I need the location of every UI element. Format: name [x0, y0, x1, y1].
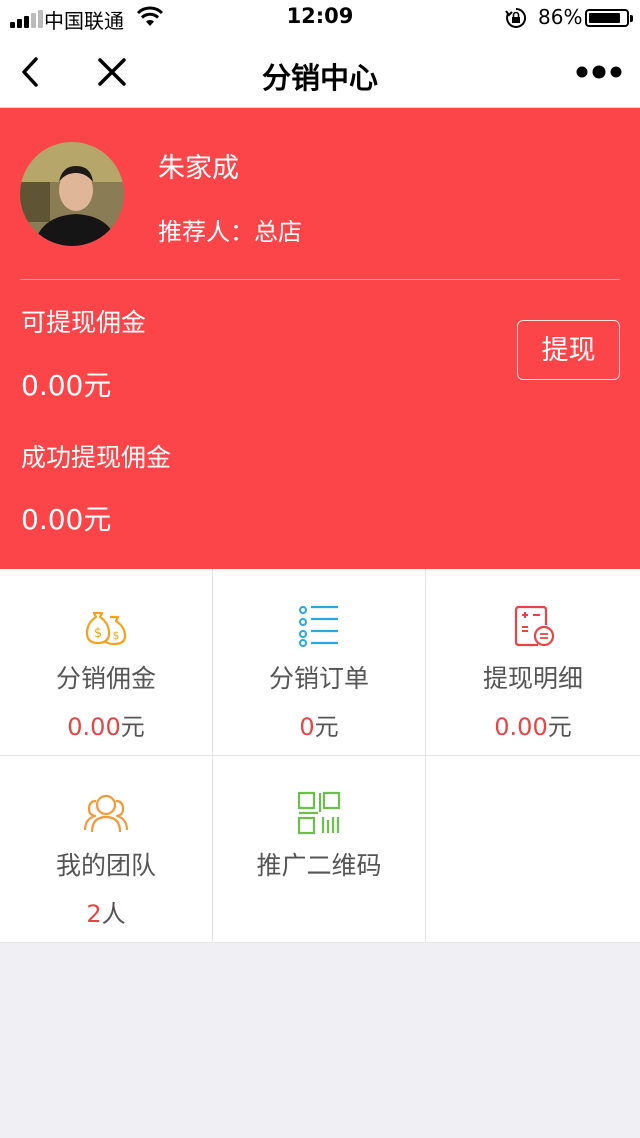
more-dots-icon[interactable] — [572, 58, 626, 86]
grid-item-value: 2人 — [86, 900, 126, 928]
available-commission-label: 可提现佣金 — [21, 308, 147, 337]
withdrawn-commission-value: 0.00元 — [21, 503, 112, 536]
grid-item-withdraw-details[interactable]: 提现明细 0.00元 — [426, 569, 640, 756]
divider — [20, 279, 620, 280]
grid-item-value: 0.00元 — [67, 713, 145, 741]
user-name: 朱家成 — [158, 153, 239, 184]
withdraw-button[interactable]: 提现 — [517, 320, 620, 380]
battery-icon — [585, 9, 633, 27]
grid-item-orders[interactable]: 分销订单 0元 — [213, 569, 426, 756]
grid-item-label: 分销佣金 — [55, 664, 156, 693]
grid-item-label: 推广二维码 — [256, 851, 382, 880]
referrer-text: 推荐人：总店 — [158, 218, 302, 246]
battery-percent: 86% — [538, 5, 583, 29]
list-icon — [299, 605, 338, 647]
grid-item-label: 我的团队 — [55, 851, 156, 880]
svg-text:$: $ — [113, 629, 120, 642]
money-bag-icon: $ $ — [85, 611, 127, 646]
withdrawn-commission-label: 成功提现佣金 — [21, 443, 172, 472]
avatar — [20, 142, 124, 246]
menu-grid: $ $ 分销佣金 0.00元 分销订单 0元 提现明细 0.00元 我的团队 2… — [0, 569, 640, 943]
grid-item-label: 分销订单 — [268, 664, 369, 693]
chevron-left-icon[interactable] — [14, 54, 50, 90]
rotation-lock-icon — [505, 7, 527, 28]
available-commission-value: 0.00元 — [21, 369, 112, 402]
battery-fill — [589, 13, 620, 23]
nav-bar: 分销中心 — [0, 36, 640, 108]
grid-item-commission[interactable]: $ $ 分销佣金 0.00元 — [0, 569, 213, 756]
grid-item-value: 0.00元 — [494, 713, 572, 741]
grid-item-label: 提现明细 — [482, 664, 583, 693]
calculator-icon — [514, 605, 555, 647]
svg-text:$: $ — [94, 626, 102, 641]
close-icon[interactable] — [94, 54, 130, 90]
status-bar: 中国联通 12:09 86% — [0, 0, 640, 36]
team-icon — [83, 794, 129, 833]
grid-item-value: 0元 — [299, 713, 339, 741]
commission-card: 朱家成 推荐人：总店 可提现佣金 0.00元 成功提现佣金 0.00元 提现 — [0, 108, 640, 569]
qr-code-icon — [297, 791, 341, 835]
grid-item-team[interactable]: 我的团队 2人 — [0, 756, 213, 943]
grid-empty-cell — [426, 756, 640, 943]
grid-item-qr-code[interactable]: 推广二维码 — [213, 756, 426, 943]
